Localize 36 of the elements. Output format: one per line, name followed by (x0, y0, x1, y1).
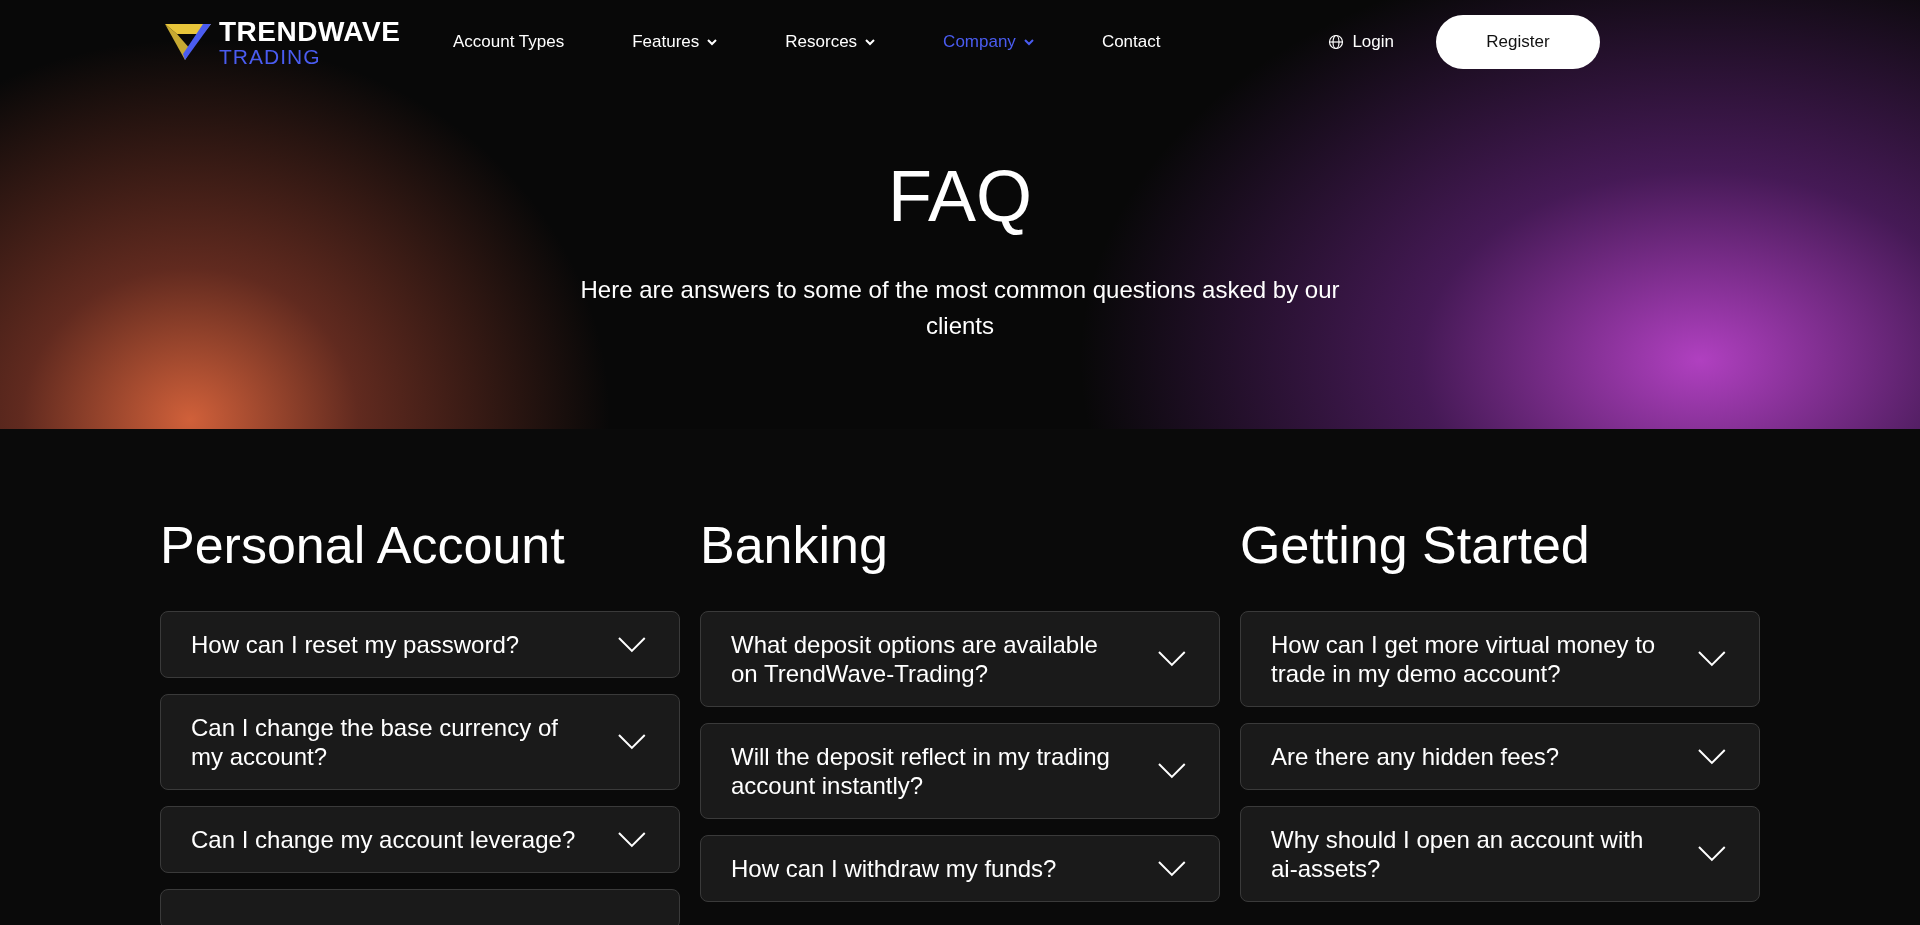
faq-item[interactable]: Why should I open an account with ai-assets? (1240, 806, 1760, 902)
page-subtitle: Here are answers to some of the most common questions asked by our clients (579, 275, 1341, 341)
faq-item[interactable]: How can I withdraw my funds? (700, 835, 1220, 902)
logo-wordmark[interactable]: TRENDWAVE (219, 17, 401, 46)
chevron-down-icon (865, 38, 876, 46)
faq-item[interactable]: How can I get more virtual money to trade in my demo account? (1240, 611, 1760, 707)
chevron-down-icon (617, 635, 647, 654)
faq-item[interactable]: Will the deposit reflect in my trading account instantly? (700, 723, 1220, 819)
chevron-down-icon (1157, 859, 1187, 878)
chevron-down-icon (707, 38, 718, 46)
chevron-down-icon (1023, 38, 1034, 46)
login-link[interactable]: Login (1328, 32, 1394, 52)
faq-item[interactable]: How can I reset my password? (160, 611, 680, 678)
globe-icon (1328, 34, 1345, 50)
faq-item[interactable]: Can I change the base currency of my account? (160, 694, 680, 790)
chevron-down-icon (1697, 650, 1727, 668)
logo-subtitle[interactable]: TRADING (219, 45, 401, 67)
chevron-down-icon (1697, 747, 1727, 766)
nav-link[interactable]: Features (632, 32, 718, 52)
nav-link[interactable]: Account Types (453, 32, 565, 52)
section-heading: Personal Account (160, 515, 566, 575)
section-heading: Banking (700, 515, 889, 575)
chevron-down-icon (1697, 845, 1727, 863)
faq-item[interactable]: What deposit options are available on TrendWave-Trading? (700, 611, 1220, 707)
section-heading: Getting Started (1240, 515, 1591, 575)
nav-link[interactable]: Company (943, 32, 1034, 52)
chevron-down-icon (617, 830, 647, 849)
faq-item[interactable] (160, 889, 680, 925)
chevron-down-icon (1157, 762, 1187, 780)
faq-item[interactable]: Are there any hidden fees? (1240, 723, 1760, 790)
chevron-down-icon (617, 733, 647, 751)
nav-link[interactable]: Contact (1101, 32, 1161, 52)
faq-item[interactable]: Can I change my account leverage? (160, 806, 680, 873)
chevron-down-icon (1157, 650, 1187, 668)
nav-link[interactable]: Resorces (785, 32, 876, 52)
register-button[interactable]: Register (1436, 15, 1600, 69)
